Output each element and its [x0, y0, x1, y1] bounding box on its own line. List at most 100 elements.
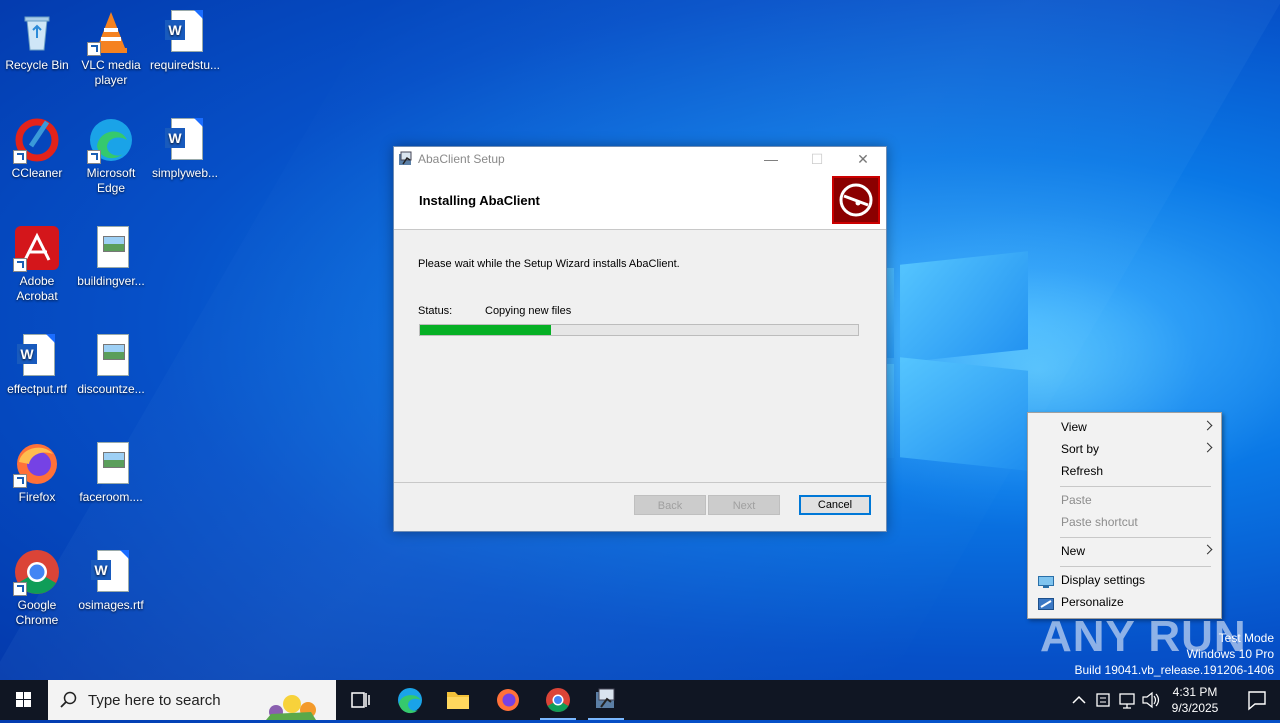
taskbar-file-explorer[interactable]	[434, 680, 482, 720]
dialog-body: Please wait while the Setup Wizard insta…	[394, 230, 886, 484]
personalize-icon	[1038, 595, 1054, 610]
menu-separator	[1060, 486, 1211, 487]
notification-icon	[1248, 691, 1266, 711]
speaker-icon	[1142, 691, 1160, 709]
setup-dialog: AbaClient Setup — ☐ ✕ Installing AbaClie…	[393, 146, 887, 532]
status-value: Copying new files	[485, 305, 572, 317]
ccleaner-icon	[13, 116, 61, 164]
network-icon	[1119, 693, 1135, 709]
menu-item-sort-by[interactable]: Sort by	[1028, 438, 1221, 460]
taskbar-chrome[interactable]	[534, 680, 582, 720]
taskbar-setup-installer[interactable]	[582, 680, 630, 720]
dialog-title: AbaClient Setup	[418, 152, 505, 166]
recycle-bin-icon	[13, 8, 61, 56]
menu-item-label: Display settings	[1061, 573, 1146, 587]
taskbar-edge[interactable]	[386, 680, 434, 720]
menu-item-refresh[interactable]: Refresh	[1028, 460, 1221, 482]
dialog-titlebar[interactable]: AbaClient Setup — ☐ ✕	[394, 147, 886, 171]
search-icon	[60, 691, 77, 708]
cancel-button[interactable]: Cancel	[799, 495, 871, 515]
dialog-header: Installing AbaClient	[394, 171, 886, 230]
minimize-button[interactable]: —	[748, 147, 794, 171]
firefox-icon	[497, 689, 519, 711]
menu-item-view[interactable]: View	[1028, 416, 1221, 438]
wallpaper-logo-pane	[900, 357, 1028, 471]
chevron-right-icon	[1202, 544, 1213, 555]
folder-icon	[447, 692, 469, 709]
menu-item-paste-shortcut[interactable]: Paste shortcut	[1028, 511, 1221, 533]
desktop-icon-buildingver[interactable]: buildingver...	[74, 224, 148, 289]
windows-logo-icon	[16, 692, 31, 707]
tray-app-icon	[1096, 693, 1110, 707]
desktop-icon-firefox[interactable]: Firefox	[0, 440, 74, 505]
taskbar-firefox[interactable]	[484, 680, 532, 720]
clock-time: 4:31 PM	[1172, 685, 1218, 699]
volume-button[interactable]	[1140, 680, 1162, 720]
status-label: Status:	[418, 305, 453, 317]
desktop-icon-label: osimages.rtf	[78, 598, 144, 612]
display-settings-icon	[1038, 573, 1054, 588]
desktop-icon-ccleaner[interactable]: CCleaner	[0, 116, 74, 181]
desktop-icon-effectput[interactable]: W effectput.rtf	[0, 332, 74, 397]
taskbar-clock[interactable]: 4:31 PM 9/3/2025	[1160, 684, 1230, 716]
menu-item-label: Sort by	[1061, 442, 1100, 456]
wallpaper-logo-pane	[900, 251, 1028, 363]
edge-icon	[87, 116, 135, 164]
desktop-icon-label: Google Chrome	[15, 598, 59, 627]
menu-separator	[1060, 566, 1211, 567]
shortcut-arrow-icon	[87, 42, 101, 56]
chrome-icon	[13, 548, 61, 596]
desktop-icon-label: faceroom....	[79, 490, 143, 504]
desktop-icon-edge[interactable]: Microsoft Edge	[74, 116, 148, 196]
firefox-icon	[13, 440, 61, 488]
start-button[interactable]	[0, 680, 48, 720]
shortcut-arrow-icon	[87, 150, 101, 164]
menu-item-new[interactable]: New	[1028, 540, 1221, 562]
desktop-icon-label: Firefox	[18, 490, 56, 504]
wallpaper-logo-pane	[886, 268, 894, 358]
watermark-line: Build 19041.vb_release.191206-1406	[1074, 663, 1275, 677]
menu-item-label: Paste shortcut	[1061, 515, 1138, 529]
back-button[interactable]: Back	[634, 495, 706, 515]
maximize-button[interactable]: ☐	[794, 147, 840, 171]
desktop-icon-simplyweb[interactable]: W simplyweb...	[148, 116, 222, 181]
edge-icon	[398, 688, 422, 714]
desktop-icon-discountze[interactable]: discountze...	[74, 332, 148, 397]
desktop-icon-vlc[interactable]: VLC media player	[74, 8, 148, 88]
task-view-button[interactable]	[336, 680, 384, 720]
desktop-context-menu: View Sort by Refresh Paste Paste shortcu…	[1027, 412, 1222, 619]
desktop-icon-recycle-bin[interactable]: Recycle Bin	[0, 8, 74, 73]
wait-message: Please wait while the Setup Wizard insta…	[418, 258, 680, 270]
menu-item-paste[interactable]: Paste	[1028, 489, 1221, 511]
desktop-icon-chrome[interactable]: Google Chrome	[0, 548, 74, 628]
desktop-icon-label: Adobe Acrobat	[16, 274, 58, 303]
watermark-line: Windows 10 Pro	[1186, 647, 1274, 661]
shortcut-arrow-icon	[13, 474, 27, 488]
image-file-icon	[87, 224, 135, 272]
search-placeholder: Type here to search	[88, 692, 221, 709]
desktop-icon-requiredstu[interactable]: W requiredstu...	[148, 8, 222, 73]
chevron-up-icon	[1072, 695, 1086, 704]
action-center-button[interactable]	[1234, 680, 1280, 720]
word-doc-icon: W	[161, 8, 209, 56]
desktop-icon-osimages[interactable]: W osimages.rtf	[74, 548, 148, 613]
desktop-icon-label: VLC media player	[81, 58, 141, 87]
shortcut-arrow-icon	[13, 258, 27, 272]
taskbar-search-box[interactable]: Type here to search	[48, 680, 336, 720]
install-progress-bar	[419, 324, 859, 336]
show-hidden-icons-button[interactable]	[1068, 680, 1090, 720]
desktop-icon-acrobat[interactable]: Adobe Acrobat	[0, 224, 74, 304]
network-button[interactable]	[1116, 680, 1138, 720]
tray-app-icon[interactable]	[1092, 680, 1114, 720]
wallpaper-logo-pane	[886, 364, 894, 458]
task-view-icon	[351, 692, 370, 708]
close-button[interactable]: ✕	[840, 147, 886, 171]
desktop-icon-label: requiredstu...	[149, 58, 221, 72]
word-doc-icon: W	[161, 116, 209, 164]
word-doc-icon: W	[87, 548, 135, 596]
desktop-icon-faceroom[interactable]: faceroom....	[74, 440, 148, 505]
menu-item-display-settings[interactable]: Display settings	[1028, 569, 1221, 591]
next-button[interactable]: Next	[708, 495, 780, 515]
desktop-icon-label: CCleaner	[11, 166, 63, 180]
menu-item-personalize[interactable]: Personalize	[1028, 591, 1221, 613]
